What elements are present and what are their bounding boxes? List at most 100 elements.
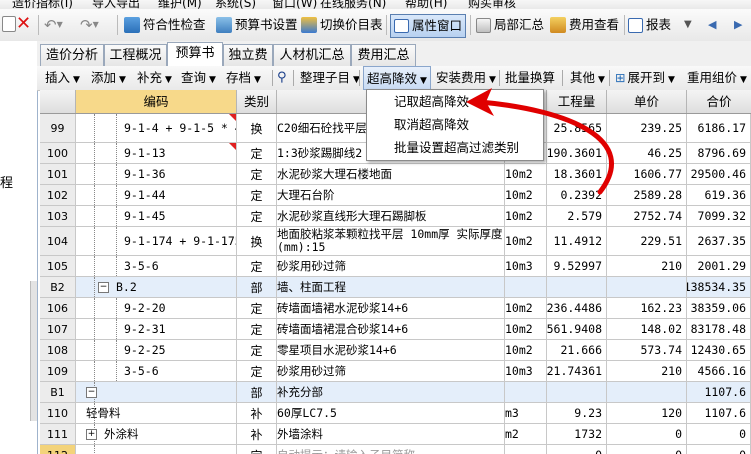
switch-price-table-button[interactable]: 切换价目表 xyxy=(301,14,383,36)
cell-type[interactable]: 换 xyxy=(237,227,277,255)
cell-price[interactable]: 2752.74 xyxy=(607,206,687,226)
cell-price[interactable]: 239.25 xyxy=(607,114,687,142)
table-row[interactable]: 109 3-5-6 定砂浆用砂过筛 10m3 21.74361 210 4566.16 xyxy=(40,361,751,382)
undo-icon[interactable]: ↶ ▼ xyxy=(44,14,63,36)
cell-qty[interactable]: 21.666 xyxy=(547,340,607,360)
table-row[interactable]: B2 − B.2 部墙、柱面工程 138534.35 xyxy=(40,277,751,298)
cell-name[interactable]: 外墙涂料 xyxy=(277,424,505,444)
super-height-reduction-menu[interactable]: 超高降效 ▼ xyxy=(363,66,431,90)
menu-item-system[interactable]: 系统(S) xyxy=(215,0,256,9)
cell-qty[interactable]: 21.74361 xyxy=(547,361,607,381)
cell-name[interactable]: 砂浆用砂过筛 xyxy=(277,361,505,381)
reuse-pricing-menu[interactable]: 重用组价 ▼ xyxy=(687,66,747,90)
cell-type[interactable]: 换 xyxy=(237,114,277,142)
cell-code[interactable]: 9-1-13 xyxy=(76,143,237,163)
cell-code[interactable]: − xyxy=(76,382,237,402)
cell-code[interactable]: 9-2-31 xyxy=(76,319,237,339)
table-row[interactable]: 106 9-2-20 定砖墙面墙裙水泥砂浆14+6 10m2 236.4486 162.2… xyxy=(40,298,751,319)
cell-type[interactable]: 定 xyxy=(237,319,277,339)
cell-price[interactable]: 1606.77 xyxy=(607,164,687,184)
cell-unit[interactable]: 10m2 xyxy=(505,298,547,318)
cell-unit[interactable]: m3 xyxy=(505,403,547,423)
cell-total[interactable]: 2637.35 xyxy=(687,227,751,255)
cell-total[interactable]: 12430.65 xyxy=(687,340,751,360)
cell-price[interactable]: 148.02 xyxy=(607,319,687,339)
cell-code[interactable]: 9-1-36 xyxy=(76,164,237,184)
cell-type[interactable]: 定 xyxy=(237,298,277,318)
cell-name[interactable]: 砖墙面墙裙混合砂浆14+6 xyxy=(277,319,505,339)
scroll-left-icon[interactable]: ◀ xyxy=(708,14,716,36)
cell-price[interactable]: 0 xyxy=(607,445,687,454)
cell-name[interactable]: 大理石台阶 xyxy=(277,185,505,205)
cell-unit[interactable]: m2 xyxy=(505,424,547,444)
table-row[interactable]: 104 9-1-174 + 9-1-175 换地面胶粘浆苯颗粒找平层 10mm厚 实… xyxy=(40,227,751,256)
redo-icon[interactable]: ↷ ▼ xyxy=(80,14,99,36)
cell-unit[interactable] xyxy=(505,445,547,454)
menu-item-help[interactable]: 帮助(H) xyxy=(405,0,447,9)
cell-qty[interactable]: 18.3601 xyxy=(547,164,607,184)
menu-item-maintenance[interactable]: 维护(M) xyxy=(158,0,202,9)
collapse-icon[interactable]: − xyxy=(86,386,97,398)
table-row[interactable]: 112 定 自动提示：请输入子目简称 0 0 0 xyxy=(40,445,751,454)
tab-cost-analysis[interactable]: 造价分析 xyxy=(40,44,104,66)
toolbar-overflow-icon[interactable]: ▼ xyxy=(684,14,692,36)
header-type[interactable]: 类别 xyxy=(237,90,277,113)
cell-qty[interactable]: 9.23 xyxy=(547,403,607,423)
cell-unit[interactable]: 10m2 xyxy=(505,185,547,205)
cell-unit[interactable] xyxy=(505,382,547,402)
cell-unit[interactable]: 10m3 xyxy=(505,361,547,381)
cell-qty[interactable]: 9.52997 xyxy=(547,256,607,276)
cell-price[interactable]: 162.23 xyxy=(607,298,687,318)
cell-unit[interactable]: 10m2 xyxy=(505,340,547,360)
cell-code[interactable]: 9-2-25 xyxy=(76,340,237,360)
cell-total[interactable]: 0 xyxy=(687,424,751,444)
table-row[interactable]: 110 轻骨料 补 60厚LC7.5 m3 9.23 120 1107.6 xyxy=(40,403,751,424)
cell-total[interactable]: 38359.06 xyxy=(687,298,751,318)
dropdown-item-batch-filter-category[interactable]: 批量设置超高过滤类别 xyxy=(367,136,543,159)
dropdown-item-apply-super-height[interactable]: 记取超高降效 xyxy=(367,90,543,113)
cell-price[interactable]: 210 xyxy=(607,256,687,276)
cell-qty[interactable]: 236.4486 xyxy=(547,298,607,318)
cell-unit[interactable] xyxy=(505,277,547,297)
cell-type[interactable]: 定 xyxy=(237,256,277,276)
organize-items-menu[interactable]: 整理子目 ▼ xyxy=(300,66,360,90)
cell-code[interactable]: 3-5-6 xyxy=(76,361,237,381)
menu-item-online-service[interactable]: 在线服务(N) xyxy=(320,0,386,9)
dropdown-item-cancel-super-height[interactable]: 取消超高降效 xyxy=(367,113,543,136)
tab-budget-book[interactable]: 预算书 xyxy=(167,42,223,67)
query-menu[interactable]: 查询 ▼ xyxy=(181,66,216,90)
cell-name[interactable]: 墙、柱面工程 xyxy=(277,277,505,297)
table-row[interactable]: 108 9-2-25 定零星项目水泥砂浆14+6 10m2 21.666 573.74 12… xyxy=(40,340,751,361)
cell-total[interactable]: 619.36 xyxy=(687,185,751,205)
cell-unit[interactable]: 10m2 xyxy=(505,206,547,226)
cell-name[interactable]: 砂浆用砂过筛 xyxy=(277,256,505,276)
cell-price[interactable]: 46.25 xyxy=(607,143,687,163)
cell-unit[interactable]: 10m2 xyxy=(505,164,547,184)
menu-item-cost-index[interactable]: 造价指标(I) xyxy=(12,0,73,9)
menu-item-window[interactable]: 窗口(W) xyxy=(272,0,317,9)
cell-type[interactable]: 部 xyxy=(237,382,277,402)
cell-total[interactable]: 7099.32 xyxy=(687,206,751,226)
header-quantity[interactable]: 工程量 xyxy=(547,90,607,113)
cell-code[interactable]: 9-1-44 xyxy=(76,185,237,205)
cell-name[interactable]: 补充分部 xyxy=(277,382,505,402)
cell-qty[interactable] xyxy=(547,382,607,402)
cell-price[interactable]: 0 xyxy=(607,424,687,444)
scroll-right-icon[interactable]: ▶ xyxy=(734,14,742,36)
cell-type[interactable]: 定 xyxy=(237,164,277,184)
cell-unit[interactable]: 10m2 xyxy=(505,227,547,255)
fee-view-button[interactable]: 费用查看 xyxy=(550,14,619,36)
cell-type[interactable]: 定 xyxy=(237,445,277,454)
cell-total[interactable]: 1107.6 xyxy=(687,382,751,402)
compliance-check-button[interactable]: 符合性检查 xyxy=(124,14,206,36)
table-row[interactable]: 101 9-1-36 定水泥砂浆大理石楼地面 10m2 18.3601 1606.77 29… xyxy=(40,164,751,185)
cell-qty[interactable]: 25.8565 xyxy=(547,114,607,142)
table-row[interactable]: 105 3-5-6 定砂浆用砂过筛 10m3 9.52997 210 2001.29 xyxy=(40,256,751,277)
collapse-icon[interactable]: − xyxy=(98,281,109,293)
cell-name[interactable]: 60厚LC7.5 xyxy=(277,403,505,423)
cell-type[interactable]: 定 xyxy=(237,206,277,226)
cell-qty[interactable]: 0 xyxy=(547,445,607,454)
archive-menu[interactable]: 存档 ▼ xyxy=(226,66,261,90)
cell-name[interactable]: 水泥砂浆直线形大理石踢脚板 xyxy=(277,206,505,226)
cell-type[interactable]: 定 xyxy=(237,361,277,381)
